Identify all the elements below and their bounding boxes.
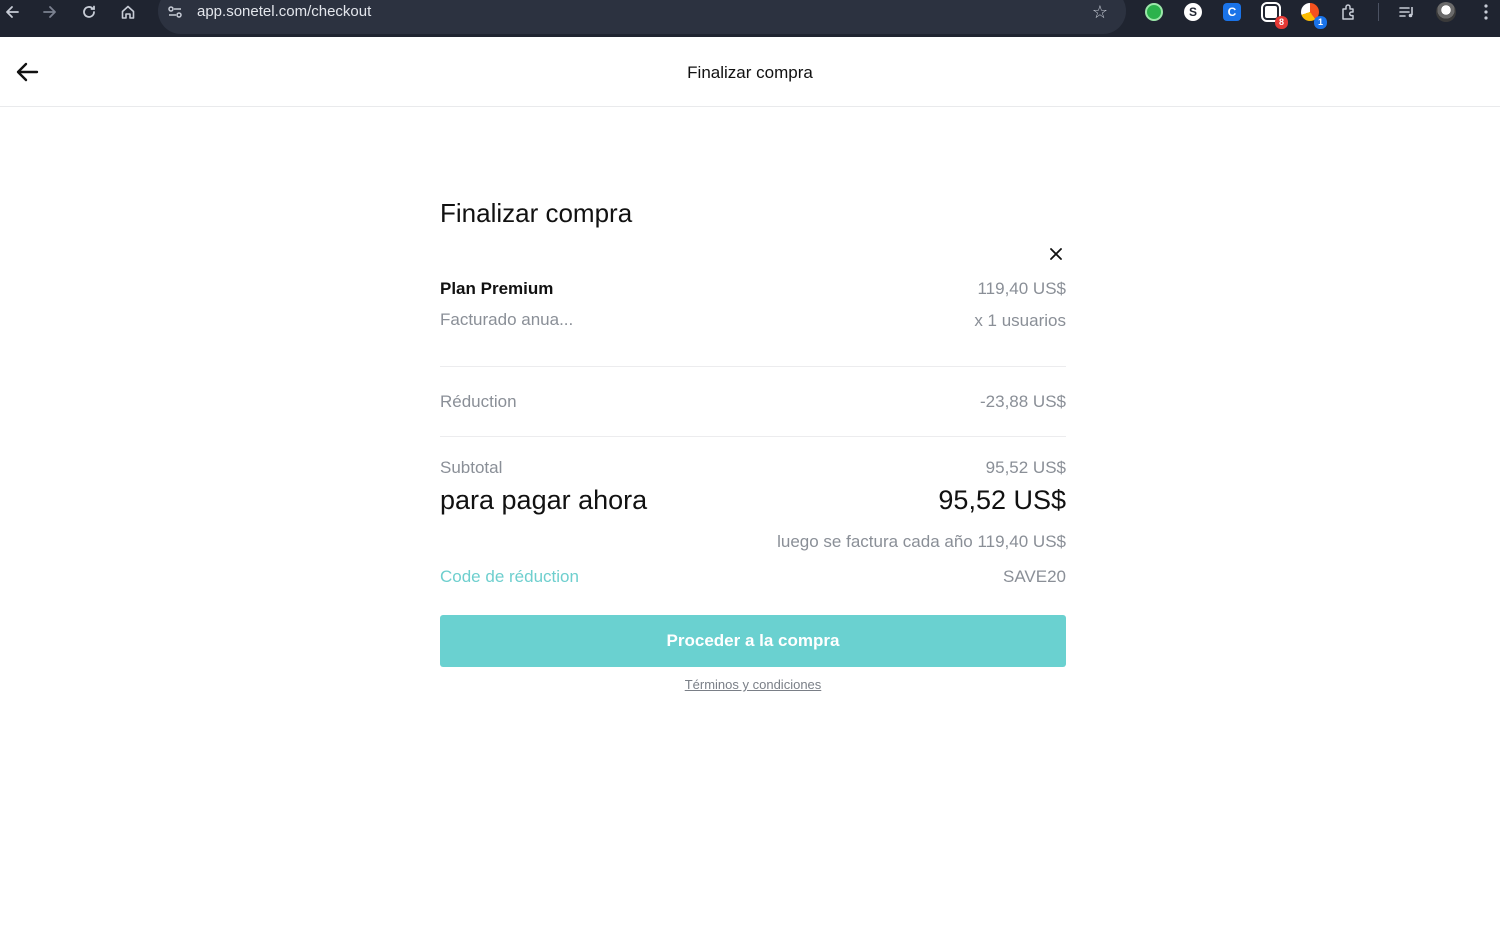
divider — [440, 366, 1066, 367]
discount-code-link[interactable]: Code de réduction — [440, 567, 579, 587]
subtotal-label: Subtotal — [440, 458, 503, 477]
puzzle-extensions-icon[interactable] — [1338, 1, 1360, 23]
bookmark-star-icon[interactable]: ☆ — [1088, 0, 1112, 24]
colorful-extension-icon[interactable]: 1 — [1299, 1, 1327, 29]
plan-name: Plan Premium — [440, 279, 554, 298]
discount-label: Réduction — [440, 392, 517, 411]
media-control-icon[interactable] — [1396, 1, 1418, 23]
home-icon[interactable] — [116, 0, 140, 24]
extension-badge: 8 — [1275, 16, 1288, 29]
app-header: Finalizar compra — [0, 37, 1500, 107]
browser-toolbar: app.sonetel.com/checkout ☆ S C 8 1 — [0, 0, 1500, 37]
profile-avatar-icon[interactable] — [1435, 1, 1457, 23]
renewal-note: luego se factura cada año 119,40 US$ — [777, 532, 1066, 551]
divider — [440, 436, 1066, 437]
back-nav-icon[interactable] — [0, 0, 24, 24]
plan-price: 119,40 US$ — [977, 279, 1066, 298]
browser-menu-icon[interactable] — [1475, 1, 1497, 23]
forward-nav-icon[interactable] — [38, 0, 62, 24]
terms-link[interactable]: Términos y condiciones — [440, 677, 1066, 693]
billing-period-select[interactable]: Facturado anua... — [440, 310, 573, 330]
s-extension-icon[interactable]: S — [1182, 1, 1204, 23]
extension-badge: 1 — [1314, 16, 1327, 29]
calendar-extension-icon[interactable]: 8 — [1260, 1, 1288, 29]
proceed-to-purchase-button[interactable]: Proceder a la compra — [440, 615, 1066, 667]
green-extension-icon[interactable] — [1143, 1, 1165, 23]
site-info-icon[interactable] — [166, 3, 184, 21]
reload-icon[interactable] — [77, 0, 101, 24]
user-quantity: x 1 usuarios — [974, 311, 1066, 330]
pay-now-value: 95,52 US$ — [938, 485, 1066, 515]
discount-code-value: SAVE20 — [1002, 567, 1066, 586]
close-icon[interactable] — [1046, 244, 1066, 264]
s-extension-letter: S — [1184, 3, 1202, 21]
subtotal-value: 95,52 US$ — [985, 458, 1066, 477]
checkout-title: Finalizar compra — [440, 198, 633, 228]
toolbar-divider — [1378, 3, 1379, 21]
page-title: Finalizar compra — [687, 63, 813, 82]
c-extension-letter: C — [1223, 3, 1241, 21]
discount-value: -23,88 US$ — [980, 392, 1066, 411]
pay-now-label: para pagar ahora — [440, 485, 648, 515]
c-extension-icon[interactable]: C — [1221, 1, 1243, 23]
url-text[interactable]: app.sonetel.com/checkout — [197, 3, 371, 21]
